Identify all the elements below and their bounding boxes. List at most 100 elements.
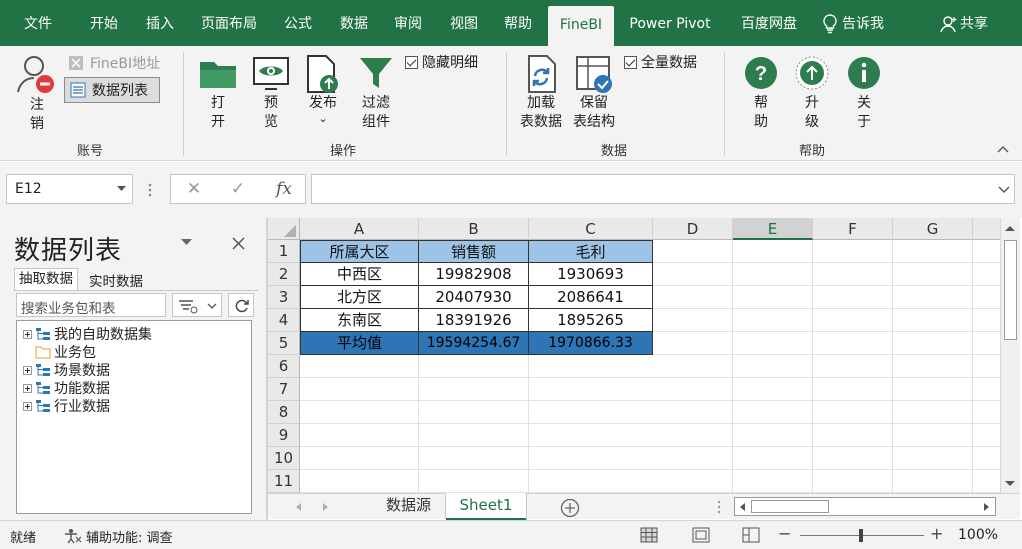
load-table-data-button[interactable]: 加载 表数据 [514, 54, 568, 132]
tree-item-scene-data[interactable]: 场景数据 [23, 361, 110, 379]
sheet-next-arrow-icon[interactable] [322, 502, 330, 512]
normal-view-icon[interactable] [640, 527, 658, 543]
tab-home[interactable]: 开始 [78, 0, 130, 46]
table-cell[interactable]: 19982908 [418, 262, 529, 286]
insert-function-button[interactable]: fx [262, 174, 306, 204]
table-cell[interactable]: 20407930 [418, 285, 529, 309]
share-button[interactable]: 共享 [960, 0, 1000, 46]
expand-plus-icon[interactable] [23, 383, 32, 393]
row-header[interactable]: 2 [268, 263, 300, 286]
about-button[interactable]: 关 于 [845, 56, 883, 132]
table-header-cell[interactable]: 销售额 [418, 240, 529, 263]
row-header[interactable]: 4 [268, 309, 300, 332]
row-header[interactable]: 7 [268, 378, 300, 401]
row-header[interactable]: 1 [268, 240, 300, 263]
tab-baidu-netdisk[interactable]: 百度网盘 [730, 0, 808, 46]
expand-plus-icon[interactable] [23, 401, 32, 411]
data-list-toggle[interactable]: 数据列表 [64, 77, 160, 103]
zoom-slider-thumb[interactable] [859, 529, 863, 542]
tree-item-business-package[interactable]: 业务包 [23, 343, 96, 361]
preview-button[interactable]: 预 览 [251, 54, 291, 132]
table-cell[interactable]: 1895265 [528, 308, 653, 332]
accessibility-status[interactable]: 辅助功能: 调查 [86, 527, 173, 546]
table-cell[interactable]: 北方区 [300, 285, 419, 309]
formula-input[interactable] [311, 174, 1015, 204]
name-box[interactable]: E12 [6, 174, 133, 204]
tree-item-self-service[interactable]: 我的自助数据集 [23, 325, 152, 343]
tab-finebi[interactable]: FineBI [548, 6, 614, 46]
row-header[interactable]: 11 [268, 470, 300, 493]
hide-detail-checkbox[interactable]: 隐藏明细 [405, 52, 478, 72]
table-average-cell[interactable]: 19594254.67 [418, 331, 529, 355]
cancel-edit-icon[interactable]: ✕ [172, 174, 216, 204]
close-icon[interactable] [232, 237, 245, 250]
filter-dropdown[interactable] [172, 293, 222, 317]
tab-formulas[interactable]: 公式 [274, 0, 322, 46]
open-button[interactable]: 打 开 [198, 54, 238, 132]
row-header[interactable]: 8 [268, 401, 300, 424]
sheet-tab-sheet1[interactable]: Sheet1 [446, 493, 526, 520]
column-header-h[interactable] [973, 218, 1000, 240]
search-input[interactable]: 搜索业务包和表 [16, 293, 166, 317]
horizontal-scrollbar[interactable] [734, 497, 996, 516]
tab-review[interactable]: 审阅 [384, 0, 432, 46]
table-cell[interactable]: 中西区 [300, 262, 419, 286]
tab-page-layout[interactable]: 页面布局 [192, 0, 266, 46]
scroll-down-arrow-icon[interactable] [1004, 480, 1016, 488]
filter-component-button[interactable]: 过滤 组件 [356, 54, 396, 132]
tab-file[interactable]: 文件 [12, 0, 64, 46]
page-layout-view-icon[interactable] [692, 527, 710, 543]
tree-item-industry-data[interactable]: 行业数据 [23, 397, 110, 415]
tree-item-function-data[interactable]: 功能数据 [23, 379, 110, 397]
confirm-edit-icon[interactable]: ✓ [216, 174, 260, 204]
column-header-c[interactable]: C [529, 218, 653, 240]
row-header[interactable]: 10 [268, 447, 300, 470]
row-header[interactable]: 5 [268, 332, 300, 355]
vertical-scrollbar[interactable] [1000, 218, 1020, 493]
column-header-f[interactable]: F [813, 218, 893, 240]
zoom-out-button[interactable]: − [778, 524, 791, 543]
table-average-cell[interactable]: 1970866.33 [528, 331, 653, 355]
tab-view[interactable]: 视图 [440, 0, 488, 46]
expand-plus-icon[interactable] [23, 365, 32, 375]
sheet-prev-arrow-icon[interactable] [294, 502, 302, 512]
table-cell[interactable]: 2086641 [528, 285, 653, 309]
scroll-right-arrow-icon[interactable] [983, 502, 991, 512]
table-cell[interactable]: 东南区 [300, 308, 419, 332]
tab-data[interactable]: 数据 [330, 0, 378, 46]
publish-button[interactable]: 发布 ⌄ [302, 54, 344, 125]
page-break-view-icon[interactable] [742, 527, 760, 543]
row-header[interactable]: 3 [268, 286, 300, 309]
spreadsheet-grid[interactable]: A B C D E F G 1 2 3 4 5 6 7 8 9 10 11 所属… [268, 218, 1000, 493]
row-header[interactable]: 9 [268, 424, 300, 447]
table-cell[interactable]: 1930693 [528, 262, 653, 286]
sheet-tab-data-source[interactable]: 数据源 [372, 493, 446, 519]
tab-realtime-data[interactable]: 实时数据 [89, 270, 143, 290]
zoom-in-button[interactable]: + [930, 524, 943, 543]
column-header-d[interactable]: D [653, 218, 733, 240]
tab-power-pivot[interactable]: Power Pivot [620, 0, 720, 46]
expand-plus-icon[interactable] [23, 329, 32, 339]
upgrade-button[interactable]: 升 级 [793, 56, 831, 132]
name-box-chevron-down-icon[interactable] [117, 186, 126, 192]
column-header-g[interactable]: G [893, 218, 973, 240]
tab-splitter-dots-icon[interactable] [717, 500, 721, 514]
column-header-b[interactable]: B [419, 218, 529, 240]
tab-help[interactable]: 帮助 [494, 0, 542, 46]
table-average-cell[interactable]: 平均值 [300, 331, 419, 355]
expand-formula-chevron-down-icon[interactable] [998, 186, 1010, 194]
select-all-corner[interactable] [268, 218, 300, 240]
collapse-ribbon-chevron-up-icon[interactable] [996, 144, 1010, 154]
add-sheet-plus-icon[interactable] [560, 498, 580, 518]
keep-table-structure-button[interactable]: 保留 表结构 [570, 54, 618, 132]
column-header-a[interactable]: A [300, 218, 419, 240]
finebi-address-button[interactable]: FineBI地址 [68, 53, 160, 73]
scroll-up-arrow-icon[interactable] [1004, 224, 1016, 232]
publish-dropdown-chevron-icon[interactable]: ⌄ [302, 113, 344, 125]
table-header-cell[interactable]: 所属大区 [300, 240, 419, 263]
tab-insert[interactable]: 插入 [134, 0, 186, 46]
tab-extract-data[interactable]: 抽取数据 [14, 268, 78, 290]
table-cell[interactable]: 18391926 [418, 308, 529, 332]
column-header-e[interactable]: E [733, 218, 813, 240]
scroll-left-arrow-icon[interactable] [738, 502, 746, 512]
